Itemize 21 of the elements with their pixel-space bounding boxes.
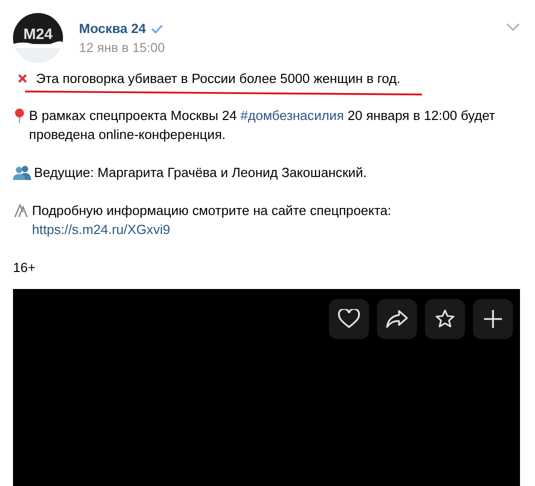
bookmark-button[interactable]: [425, 299, 465, 339]
author-name[interactable]: Москва 24: [79, 21, 146, 36]
post-paragraph: Подробную информацию смотрите на сайте спецпроекта: https://s.m24.ru/XGxvi9: [32, 202, 392, 239]
share-icon: [385, 309, 409, 329]
post-paragraph: В рамках спецпроекта Москвы 24 #домбезнасилия 20 января в 12:00 будет проведена online-конференция.: [29, 107, 496, 144]
pin-icon: [13, 108, 26, 123]
paperclip-icon: [13, 203, 29, 218]
like-button[interactable]: [329, 299, 369, 339]
people-icon: [13, 165, 31, 180]
avatar-logo[interactable]: M24: [13, 13, 63, 63]
headline-text: Эта поговорка убивает в России более 5000 женщин в год.: [36, 71, 400, 86]
post-paragraph: Ведущие: Маргарита Грачёва и Леонид Закошанский.: [34, 164, 368, 182]
url-link[interactable]: https://s.m24.ru/XGxvi9: [32, 222, 170, 237]
add-button[interactable]: [473, 299, 513, 339]
share-button[interactable]: [377, 299, 417, 339]
star-icon: [435, 309, 455, 329]
hashtag-link[interactable]: #домбезнасилия: [240, 108, 344, 123]
plus-icon: [483, 309, 503, 329]
post-paragraph: 16+: [13, 259, 37, 277]
cross-icon: [18, 74, 27, 83]
heart-icon: [338, 309, 360, 329]
